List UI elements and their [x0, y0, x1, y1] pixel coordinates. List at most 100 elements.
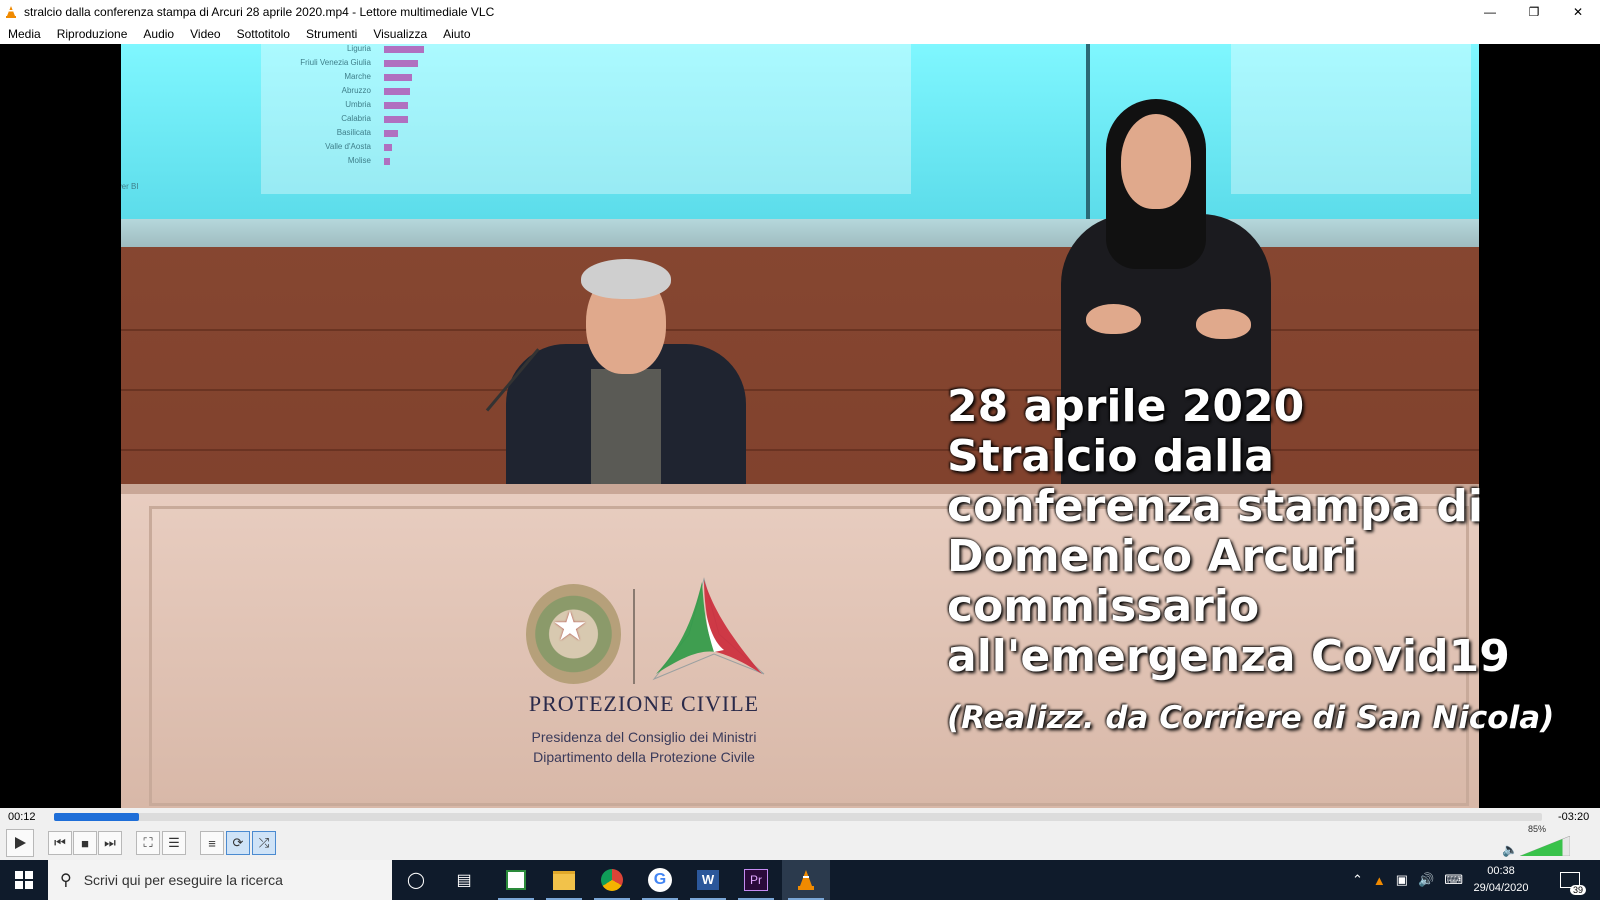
fullscreen-button[interactable]: ⛶ — [136, 831, 160, 855]
speaker-sweater — [591, 369, 661, 499]
projector-screen: Liguria Friuli Venezia Giulia Marche Abr… — [121, 44, 1479, 219]
elapsed-time: 00:12 — [8, 811, 36, 823]
volume-slider[interactable] — [1520, 836, 1570, 856]
premiere-icon[interactable]: Pr — [732, 860, 780, 900]
search-placeholder: Scrivi qui per eseguire la ricerca — [83, 872, 283, 888]
menu-strumenti[interactable]: Strumenti — [298, 27, 365, 41]
playlist-button[interactable]: ≡ — [200, 831, 224, 855]
slide-label: Abruzzo — [341, 86, 371, 95]
seek-bar[interactable] — [54, 813, 1542, 821]
file-explorer-icon[interactable] — [540, 860, 588, 900]
previous-button[interactable]: ⏮ — [48, 831, 72, 855]
skip-forward-icon: ⏭ — [104, 835, 116, 850]
menu-audio[interactable]: Audio — [135, 27, 182, 41]
shuffle-button[interactable]: ⤮ — [252, 831, 276, 855]
slide-label: Liguria — [346, 44, 371, 53]
slide-bar — [384, 116, 408, 123]
logo-subtitle-1: Presidenza del Consiglio dei Ministri — [531, 729, 757, 745]
logo-divider — [633, 589, 635, 684]
slide-bar — [384, 74, 412, 81]
seek-progress — [54, 813, 139, 821]
slide-label: Valle d'Aosta — [325, 142, 371, 151]
start-button[interactable] — [0, 860, 48, 900]
task-view-icon[interactable]: ▤ — [440, 860, 488, 900]
remaining-time: -03:20 — [1558, 811, 1590, 823]
clock-time: 00:38 — [1487, 865, 1515, 877]
volume-percent: 85% — [1528, 824, 1547, 834]
video-caption: 28 aprile 2020 Stralcio dalla conferenza… — [947, 381, 1555, 737]
star-icon: ★ — [552, 605, 588, 649]
equalizer-icon: ☰ — [168, 835, 180, 850]
menu-sottotitolo[interactable]: Sottotitolo — [229, 27, 298, 41]
slide-bar — [384, 158, 390, 165]
menu-visualizza[interactable]: Visualizza — [365, 27, 435, 41]
title-bar: stralcio dalla conferenza stampa di Arcu… — [0, 0, 1600, 24]
caption-credit: (Realizz. da Corriere di San Nicola) — [947, 700, 1555, 736]
caption-line: all'emergenza Covid19 — [947, 631, 1510, 682]
caption-line: Stralcio dalla — [947, 431, 1274, 482]
slide-bar — [384, 60, 418, 67]
caption-line: conferenza stampa di — [947, 481, 1483, 532]
slide-label: Molise — [347, 156, 371, 165]
menu-video[interactable]: Video — [182, 27, 228, 41]
screen-divider — [1086, 44, 1090, 219]
speaker-icon[interactable]: 🔈 — [1502, 842, 1518, 858]
slide-label: Basilicata — [336, 128, 371, 137]
slide-bar — [384, 46, 424, 53]
stop-button[interactable]: ■ — [73, 831, 97, 855]
slide-label: Friuli Venezia Giulia — [300, 58, 371, 67]
play-button[interactable] — [6, 829, 34, 857]
wall-panel-line — [121, 329, 1479, 331]
notification-center-icon[interactable]: 39 — [1548, 860, 1592, 900]
menu-bar: Media Riproduzione Audio Video Sottotito… — [0, 24, 1600, 44]
google-icon[interactable]: G — [636, 860, 684, 900]
player-controls: 00:12 -03:20 ⏮ ■ ⏭ ⛶ ☰ ≡ ⟳ ⤮ 🔈 85% — [0, 808, 1600, 860]
taskbar-search[interactable]: ⚲ Scrivi qui per eseguire la ricerca — [48, 860, 392, 900]
slide-bar — [384, 102, 408, 109]
chrome-icon[interactable] — [588, 860, 636, 900]
window-controls: — ❐ ✕ — [1468, 0, 1600, 24]
menu-media[interactable]: Media — [0, 27, 49, 41]
slide-footer: soft Power BI — [121, 182, 139, 191]
play-icon — [15, 837, 26, 849]
speaker-hair — [581, 259, 671, 299]
slide-bar — [384, 130, 398, 137]
taskbar-clock[interactable]: 00:38 29/04/2020 — [1462, 863, 1540, 897]
chevron-up-icon[interactable]: ⌃ — [1352, 872, 1363, 888]
protezione-civile-triangle-icon — [652, 577, 765, 681]
word-icon[interactable]: W — [684, 860, 732, 900]
interpreter-hand-right — [1196, 309, 1251, 339]
protezione-civile-logo: ★ PROTEZIONE CIVILE Presidenza del Consi… — [504, 549, 784, 779]
next-button[interactable]: ⏭ — [98, 831, 122, 855]
slide-label: Marche — [344, 72, 371, 81]
loop-icon: ⟳ — [232, 835, 244, 850]
keyboard-icon[interactable]: ⌨ — [1444, 872, 1463, 888]
close-icon[interactable]: ✕ — [1556, 0, 1600, 24]
logo-title: PROTEZIONE CIVILE — [528, 691, 760, 716]
slide-panel-right — [1231, 44, 1471, 194]
menu-aiuto[interactable]: Aiuto — [435, 27, 478, 41]
notification-count: 39 — [1569, 885, 1586, 895]
ms-project-icon[interactable] — [492, 860, 540, 900]
window-title: stralcio dalla conferenza stampa di Arcu… — [24, 5, 495, 19]
clock-date: 29/04/2020 — [1473, 882, 1529, 894]
network-icon[interactable]: ▣ — [1396, 872, 1408, 888]
video-area[interactable]: Liguria Friuli Venezia Giulia Marche Abr… — [0, 44, 1600, 808]
minimize-icon[interactable]: — — [1468, 0, 1512, 24]
interpreter-face — [1121, 114, 1191, 209]
shuffle-icon: ⤮ — [258, 835, 270, 850]
vlc-taskbar-icon[interactable] — [782, 860, 830, 900]
volume-tray-icon[interactable]: 🔊 — [1418, 872, 1434, 888]
windows-taskbar: ⚲ Scrivi qui per eseguire la ricerca ◯ ▤… — [0, 860, 1600, 900]
extended-settings-button[interactable]: ☰ — [162, 831, 186, 855]
menu-riproduzione[interactable]: Riproduzione — [49, 27, 136, 41]
cortana-icon[interactable]: ◯ — [392, 860, 440, 900]
caption-line: 28 aprile 2020 — [947, 381, 1305, 432]
vlc-tray-icon[interactable]: ▲ — [1373, 873, 1386, 888]
restore-icon[interactable]: ❐ — [1512, 0, 1556, 24]
loop-button[interactable]: ⟳ — [226, 831, 250, 855]
slide-label: Umbria — [345, 100, 371, 109]
skip-back-icon: ⏮ — [54, 835, 66, 850]
logo-subtitle-2: Dipartimento della Protezione Civile — [533, 749, 755, 765]
windows-logo-icon — [15, 871, 33, 889]
